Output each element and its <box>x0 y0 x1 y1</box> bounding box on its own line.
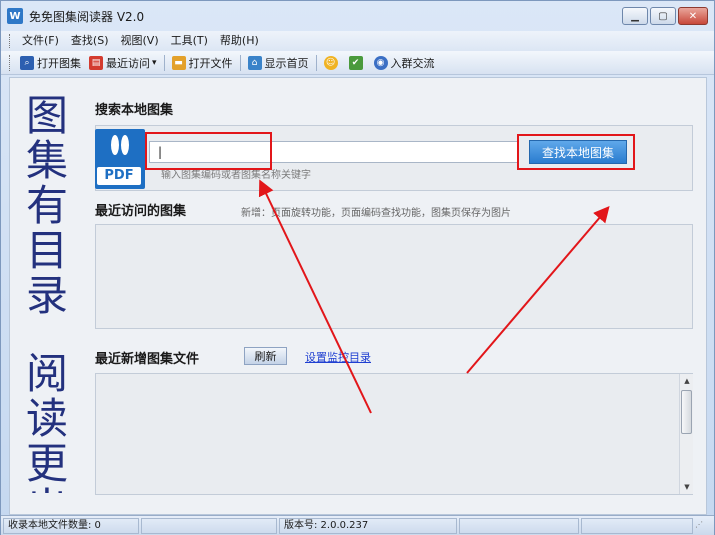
annotation-arrows <box>258 179 610 414</box>
status-bar: 收录本地文件数量: 0 版本号: 2.0.0.237 ⋰ <box>1 515 714 535</box>
status-empty-cell <box>459 517 579 534</box>
app-window: W 免免图集阅读器 V2.0 ▁ ▢ ✕ 文件(F) 查找(S) 视图(V) 工… <box>0 0 715 535</box>
status-empty-cell <box>581 517 693 534</box>
file-count-status: 收录本地文件数量: 0 <box>3 517 139 534</box>
arrow-to-button <box>466 205 610 374</box>
version-status: 版本号: 2.0.0.237 <box>279 517 457 534</box>
resize-grip-icon[interactable]: ⋰ <box>695 520 707 532</box>
arrow-to-input <box>258 179 372 414</box>
status-empty-cell <box>141 517 277 534</box>
